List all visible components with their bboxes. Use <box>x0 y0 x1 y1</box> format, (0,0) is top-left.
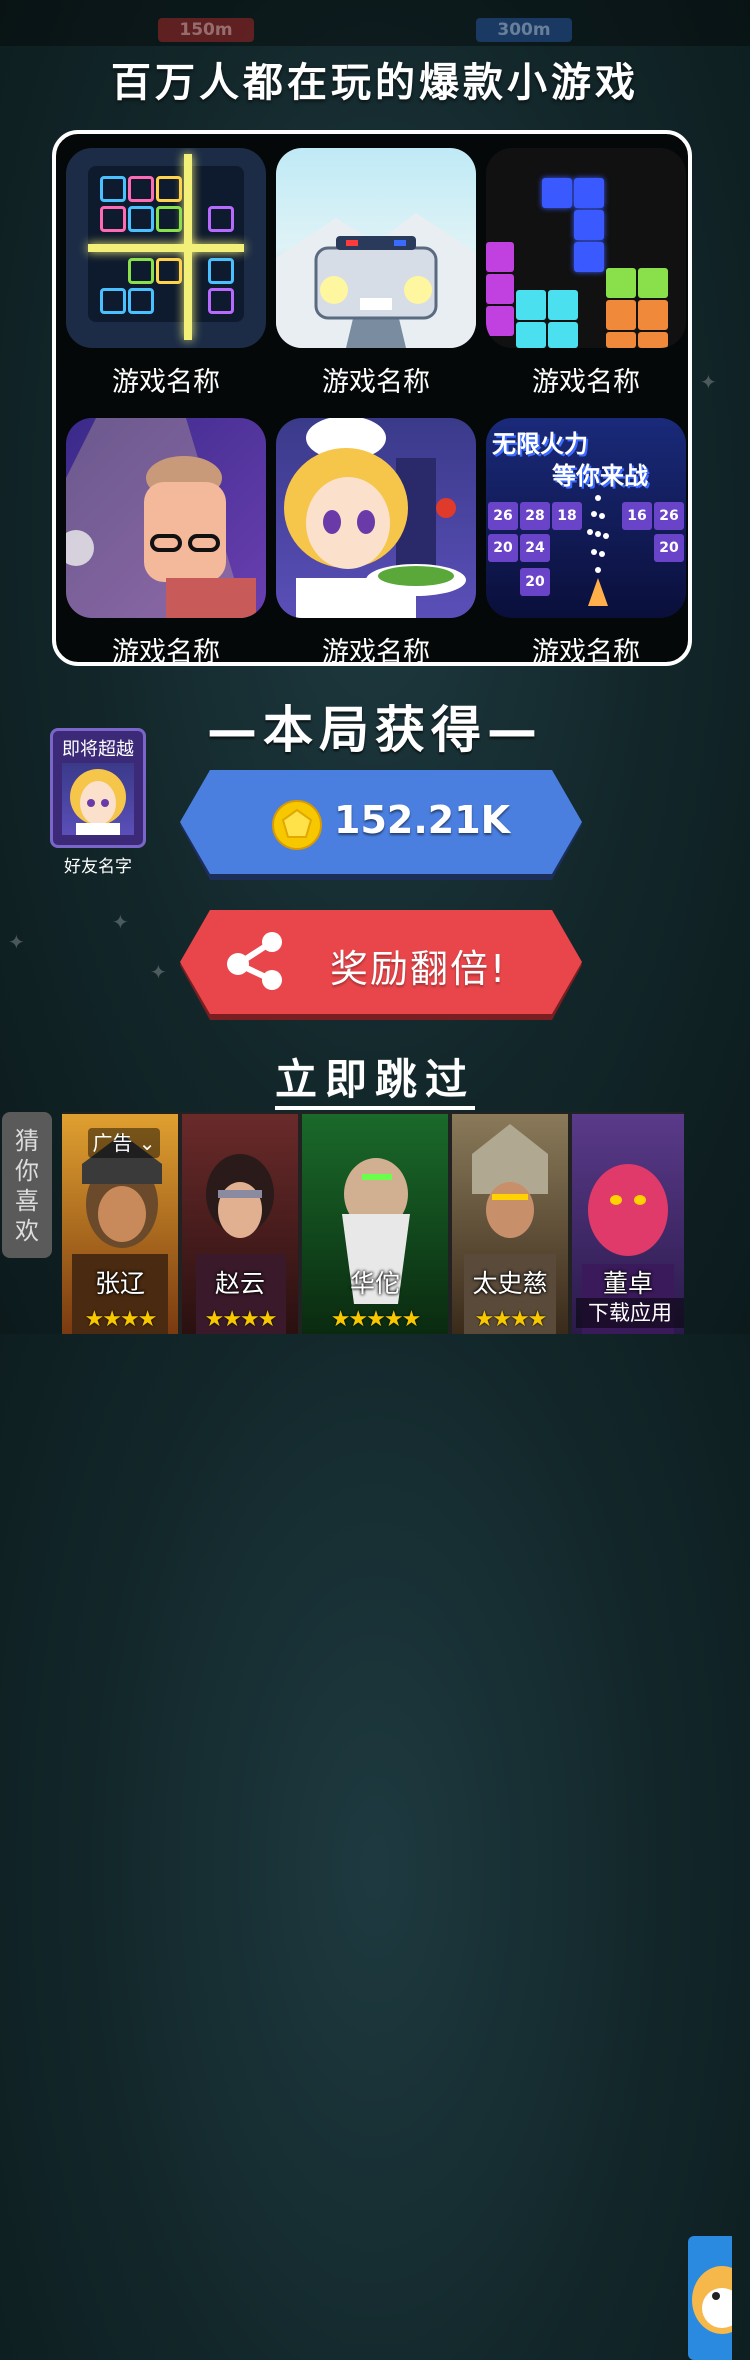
sparkle-icon: ✦ <box>150 960 167 984</box>
friend-card-title: 即将超越 <box>62 739 134 760</box>
hero-stars: ★★★★ <box>204 1307 278 1332</box>
game-name: 游戏名称 <box>112 637 220 668</box>
game-thumbnail[interactable] <box>66 148 266 348</box>
hero-name: 董卓 <box>602 1269 653 1298</box>
hero-stars: ★★★★ <box>474 1307 548 1332</box>
avatar <box>62 763 134 835</box>
coin-icon <box>272 800 322 850</box>
download-app-button[interactable]: 下载应用 <box>576 1298 684 1328</box>
game-thumbnail[interactable] <box>66 418 266 618</box>
ad-hero-card[interactable]: 赵云 ★★★★ <box>182 1114 298 1334</box>
game-name: 游戏名称 <box>322 637 430 668</box>
guess-label-text: 猜你喜欢 <box>15 1127 39 1245</box>
sparkle-icon: ✦ <box>8 930 25 954</box>
ad-tag-label: 广告 <box>92 1131 133 1155</box>
distance-marker-right: 300m <box>476 18 572 42</box>
hero-stars: ★★★★ <box>84 1307 158 1332</box>
ad-tag[interactable]: 广告 ⌄ <box>88 1128 160 1158</box>
game-thumbnail[interactable] <box>276 148 476 348</box>
distance-marker-left: 150m <box>158 18 254 42</box>
hero-name: 赵云 <box>214 1269 265 1298</box>
app-icon[interactable] <box>688 2236 732 2360</box>
game-name: 游戏名称 <box>112 367 220 398</box>
ad-hero-card[interactable]: 太史慈 ★★★★ <box>452 1114 568 1334</box>
sparkle-icon: ✦ <box>112 910 129 934</box>
sparkle-icon: ✦ <box>700 370 717 394</box>
double-reward-label: 奖励翻倍! <box>330 947 508 991</box>
friend-card[interactable]: 即将超越 <box>50 728 146 848</box>
game-card[interactable]: 游戏名称 <box>276 418 476 669</box>
hero-stars: ★★★★★ <box>330 1307 422 1332</box>
game-thumbnail[interactable] <box>486 148 686 348</box>
top-bar <box>0 0 750 46</box>
guess-you-like-label: 猜你喜欢 <box>2 1112 52 1258</box>
game-name: 游戏名称 <box>532 637 640 668</box>
game-card[interactable]: 游戏名称 <box>66 148 266 399</box>
skip-link[interactable]: 立即跳过 <box>0 1046 750 1110</box>
game-name: 游戏名称 <box>322 367 430 398</box>
skip-label[interactable]: 立即跳过 <box>274 1055 475 1110</box>
headline: 百万人都在玩的爆款小游戏 <box>111 60 639 106</box>
coin-value: 152.21K <box>334 798 511 842</box>
ad-hero-card[interactable]: 华佗 ★★★★★ <box>302 1114 448 1334</box>
chevron-down-icon: ⌄ <box>138 1131 156 1155</box>
game-thumbnail[interactable]: 无限火力 等你来战 26 28 18 16 26 20 24 20 20 <box>486 418 686 618</box>
game-card[interactable]: 无限火力 等你来战 26 28 18 16 26 20 24 20 20 游戏名… <box>486 418 686 669</box>
game-thumbnail[interactable] <box>276 418 476 618</box>
game-recommendation-panel: 游戏名称 游戏名称 游戏名称 游戏名称 游戏名称 无限火力 等你来战 26 28… <box>52 130 692 669</box>
game-card[interactable]: 游戏名称 <box>66 418 266 669</box>
game-card[interactable]: 游戏名称 <box>276 148 476 399</box>
game-card[interactable]: 游戏名称 <box>486 148 686 399</box>
hero-name: 张辽 <box>94 1269 145 1298</box>
hero-name: 华佗 <box>349 1269 400 1298</box>
friend-name: 好友名字 <box>64 857 132 877</box>
game-name: 游戏名称 <box>532 367 640 398</box>
share-icon[interactable] <box>224 928 288 992</box>
hero-name: 太史慈 <box>472 1269 548 1298</box>
